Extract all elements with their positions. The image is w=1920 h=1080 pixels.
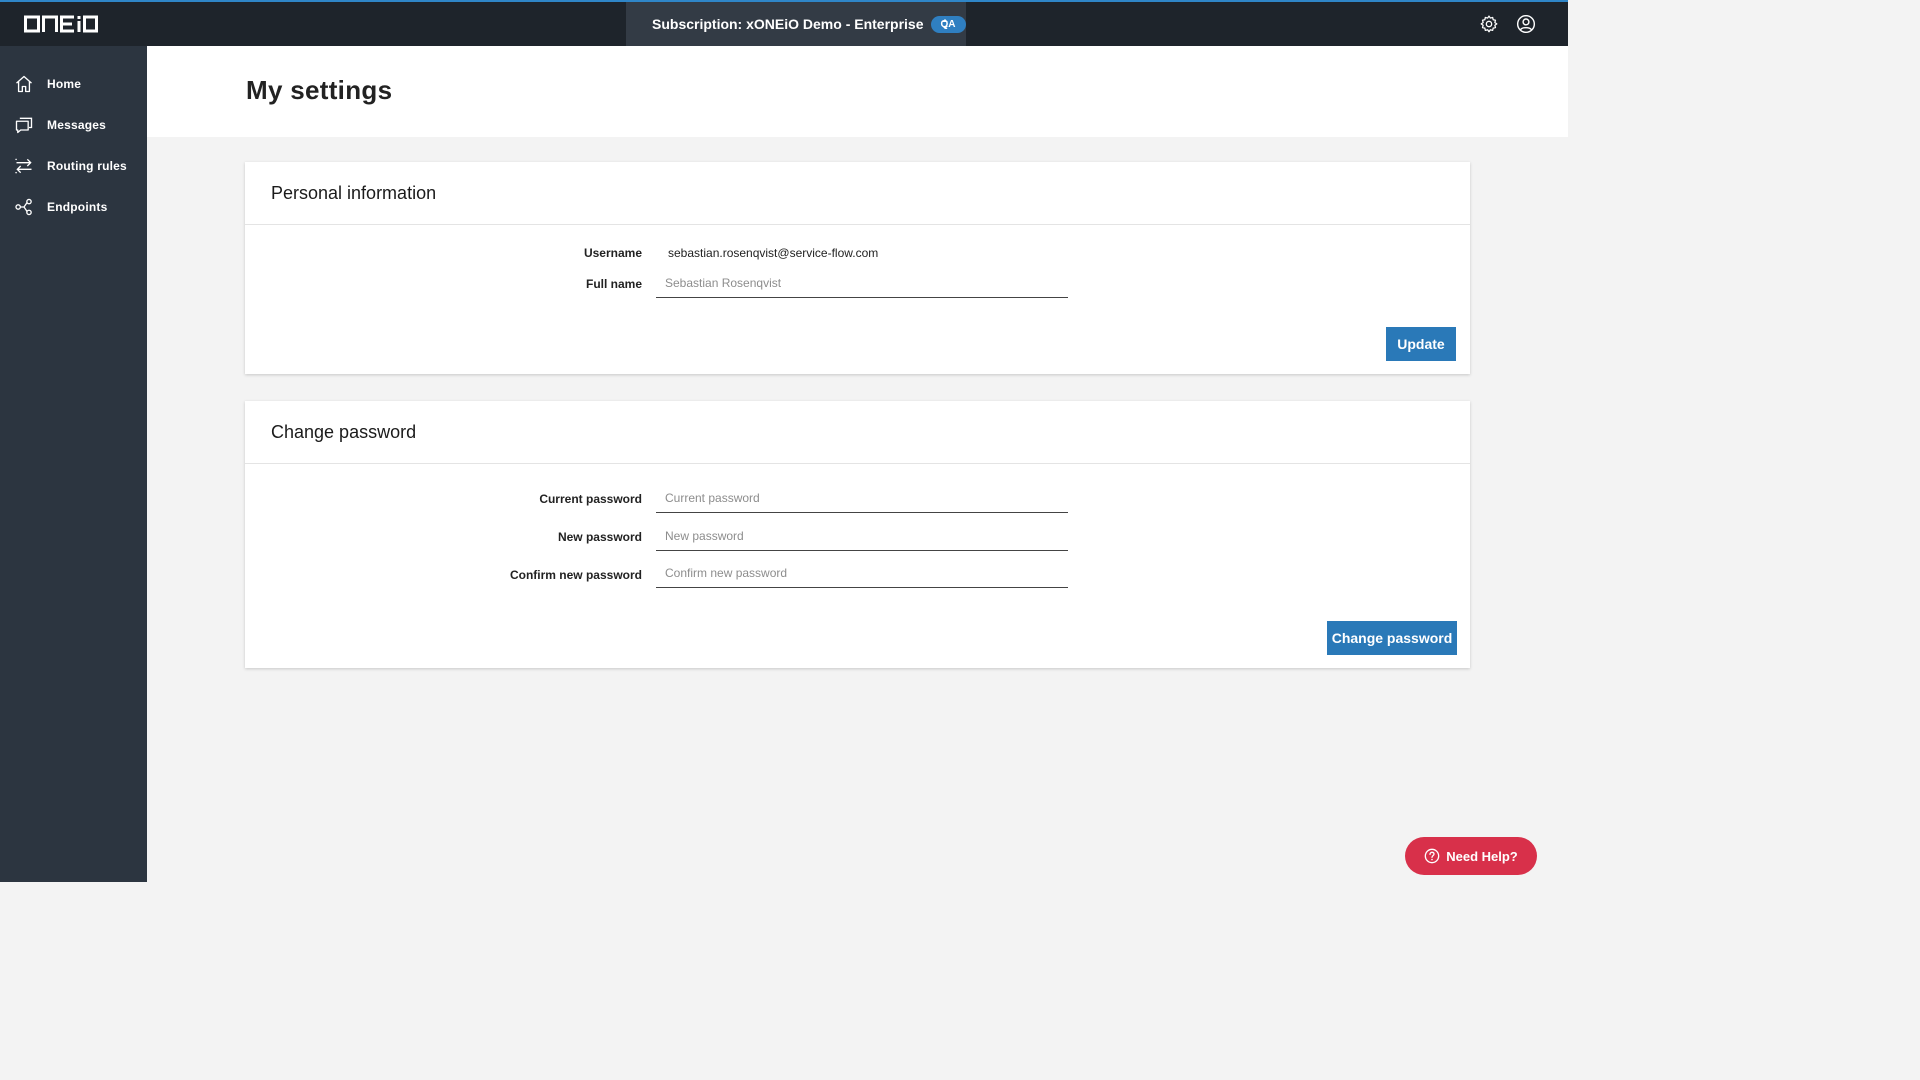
sidebar-item-messages[interactable]: Messages bbox=[0, 104, 147, 145]
oneio-logo[interactable] bbox=[24, 14, 98, 34]
current-password-label: Current password bbox=[539, 492, 642, 506]
top-bar: Subscription: xONEiO Demo - Enterprise Q… bbox=[0, 0, 1568, 46]
routing-arrows-icon bbox=[15, 158, 32, 173]
personal-information-card: Personal information Username sebastian.… bbox=[245, 162, 1470, 374]
sidebar-item-home[interactable]: Home bbox=[0, 63, 147, 104]
update-button[interactable]: Update bbox=[1386, 327, 1456, 361]
sort-arrows-icon bbox=[942, 19, 948, 29]
card-title: Personal information bbox=[245, 162, 1470, 225]
sidebar: Home Messages Routing rules Endpoints bbox=[0, 46, 147, 882]
page-header: My settings bbox=[147, 46, 1568, 137]
page-title: My settings bbox=[246, 75, 393, 105]
change-password-button[interactable]: Change password bbox=[1327, 621, 1457, 655]
confirm-password-input[interactable] bbox=[656, 558, 1068, 588]
need-help-button[interactable]: Need Help? bbox=[1405, 837, 1537, 875]
endpoints-icon bbox=[15, 198, 32, 215]
sidebar-item-label: Routing rules bbox=[47, 158, 127, 173]
card-title: Change password bbox=[245, 401, 1470, 464]
new-password-label: New password bbox=[557, 530, 642, 544]
sidebar-item-endpoints[interactable]: Endpoints bbox=[0, 186, 147, 227]
user-circle-icon[interactable] bbox=[1516, 14, 1536, 34]
confirm-password-label: Confirm new password bbox=[509, 568, 642, 582]
sidebar-item-label: Home bbox=[47, 76, 82, 91]
question-circle-icon bbox=[1424, 848, 1440, 864]
need-help-label: Need Help? bbox=[1446, 848, 1518, 864]
sidebar-item-routing-rules[interactable]: Routing rules bbox=[0, 145, 147, 186]
sidebar-item-label: Messages bbox=[47, 117, 106, 132]
subscription-switcher[interactable]: Subscription: xONEiO Demo - Enterprise Q… bbox=[626, 2, 966, 46]
gear-icon[interactable] bbox=[1479, 14, 1499, 34]
fullname-input[interactable] bbox=[656, 268, 1068, 298]
new-password-input[interactable] bbox=[656, 521, 1068, 551]
username-label: Username bbox=[583, 246, 642, 260]
change-password-card: Change password Current password New pas… bbox=[245, 401, 1470, 668]
subscription-label: Subscription: xONEiO Demo - Enterprise bbox=[652, 16, 924, 32]
sidebar-item-label: Endpoints bbox=[47, 199, 108, 214]
messages-icon bbox=[15, 117, 33, 133]
username-value: sebastian.rosenqvist@service-flow.com bbox=[668, 246, 879, 260]
current-password-input[interactable] bbox=[656, 483, 1068, 513]
fullname-label: Full name bbox=[585, 277, 642, 291]
home-icon bbox=[16, 75, 32, 92]
